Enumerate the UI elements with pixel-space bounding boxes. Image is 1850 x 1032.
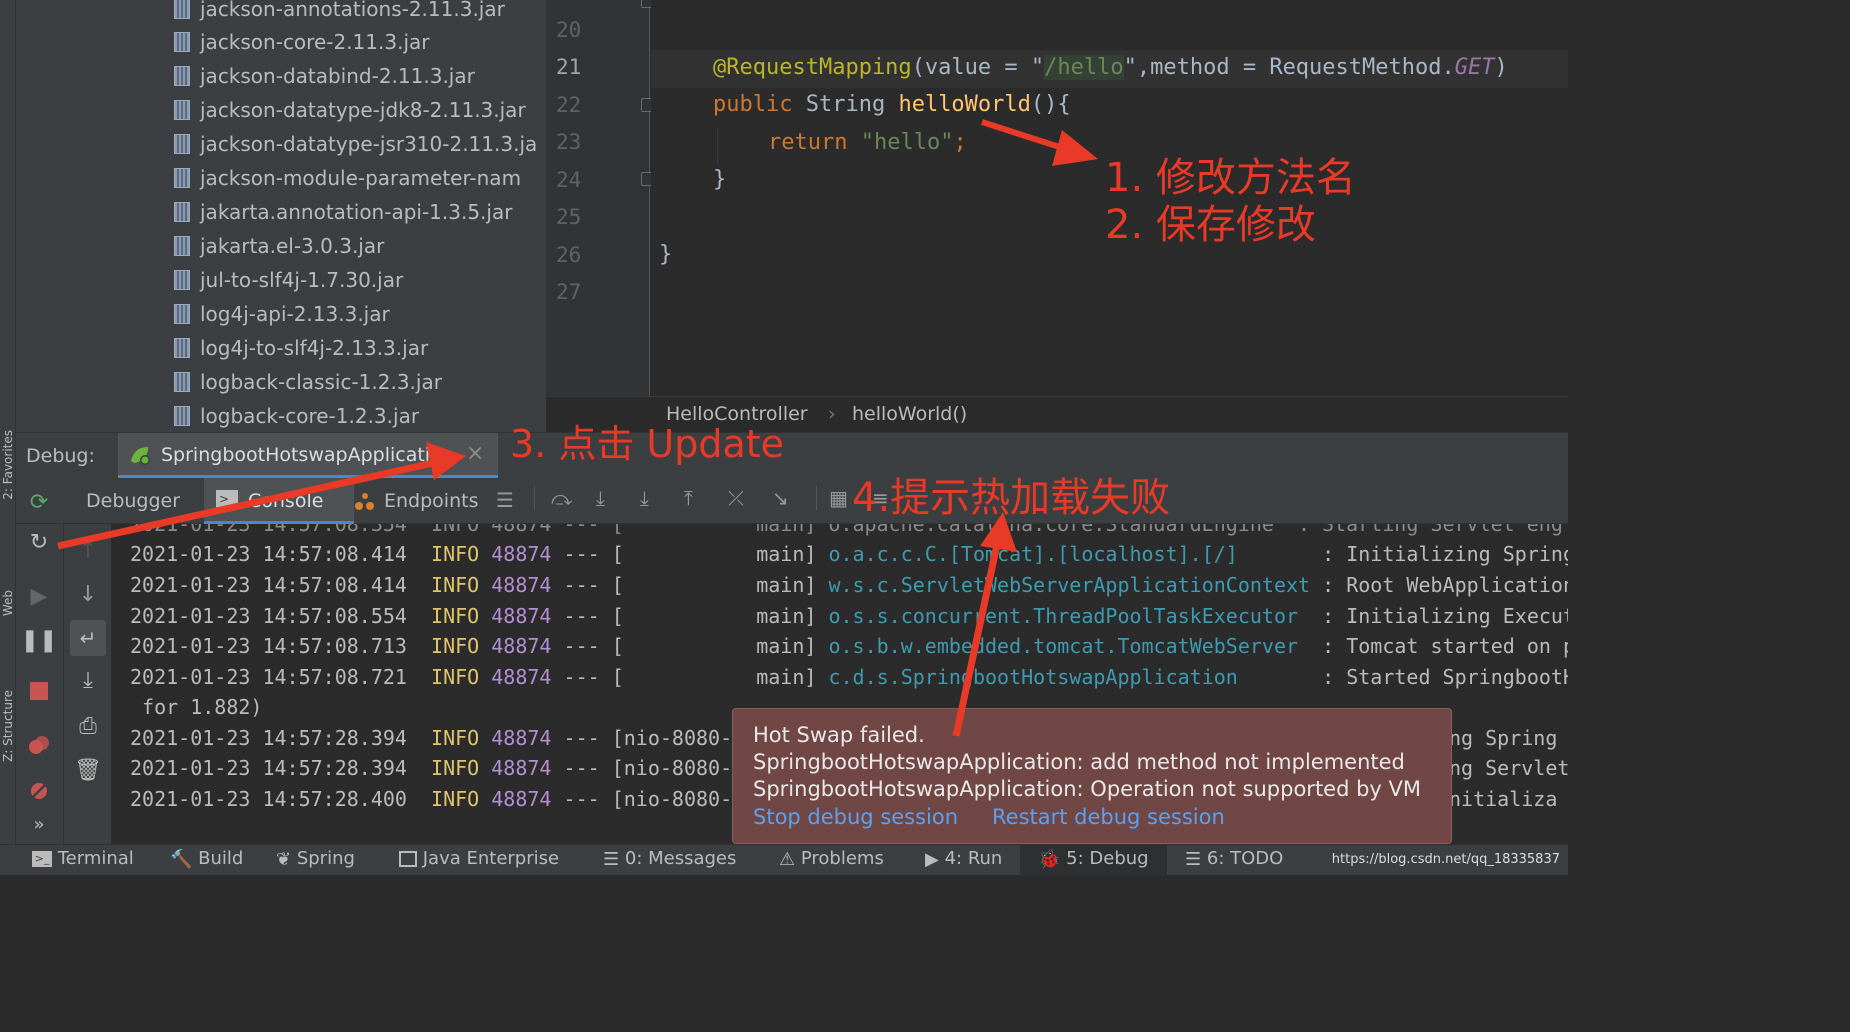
- arrow-3-head: [426, 442, 466, 480]
- annotation-step-2: 2. 保存修改: [1105, 202, 1316, 248]
- arrow-3: [57, 458, 439, 550]
- annotation-step-4: 4.提示热加载失败: [852, 475, 1171, 521]
- annotation-step-3: 3. 点击 Update: [510, 422, 785, 466]
- arrow-4: [952, 539, 1002, 737]
- arrow-1-head: [1052, 130, 1098, 166]
